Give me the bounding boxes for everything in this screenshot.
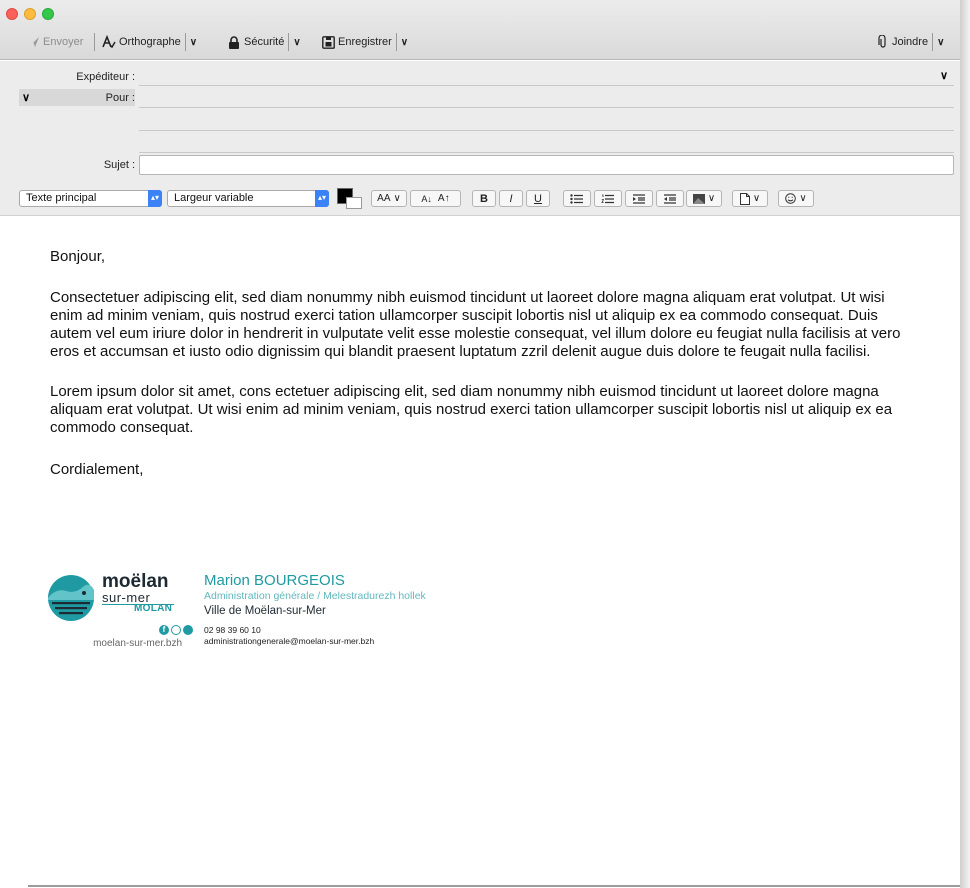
underline-icon[interactable]: U (526, 190, 550, 207)
facebook-icon[interactable]: f (159, 625, 169, 635)
toolbar-divider (932, 33, 934, 51)
width-select[interactable]: Largeur variable ▴▾ (167, 190, 329, 207)
font-size-adjust-group: A↓ A↑ (410, 190, 461, 207)
send-label: Envoyer (43, 36, 84, 48)
moelan-wave-logo-icon (48, 575, 94, 621)
cc-field[interactable] (139, 109, 954, 129)
window-bottom-edge (28, 885, 960, 887)
subject-input[interactable] (139, 155, 954, 175)
signature-details: Marion BOURGEOIS Administration générale… (204, 572, 604, 647)
to-field-divider (139, 107, 954, 108)
toolbar-divider (288, 33, 290, 51)
stationery-button[interactable]: ∨ (732, 190, 768, 207)
security-button[interactable]: Sécurité ∨ (228, 28, 301, 56)
lock-icon (229, 35, 239, 49)
mail-compose-window: Envoyer Orthographe ∨ Sécurité ∨ Enregis… (0, 0, 960, 888)
toolbar: Envoyer Orthographe ∨ Sécurité ∨ Enregis… (0, 0, 960, 60)
message-body[interactable]: Bonjour, Consectetuer adipiscing elit, s… (50, 248, 910, 493)
toolbar-divider (395, 33, 397, 51)
send-icon (29, 37, 39, 47)
background-color-swatch[interactable] (346, 197, 362, 209)
select-arrows-icon: ▴▾ (148, 190, 162, 207)
signature-logo: moëlan sur-mer MOLAN f moelan-sur-mer.bz… (46, 572, 206, 662)
font-size-button[interactable]: AA ∨ (371, 190, 407, 207)
toolbar-divider (184, 33, 186, 51)
closing-text: Cordialement, (50, 461, 144, 478)
close-window-button[interactable] (6, 8, 18, 20)
spelling-button[interactable]: Orthographe ∨ (102, 28, 197, 56)
logo-breton-name: MOLAN (134, 603, 173, 614)
save-button[interactable]: Enregistrer ∨ (322, 28, 408, 56)
from-label: Expéditeur : (76, 71, 135, 83)
image-icon (692, 193, 705, 204)
chevron-down-icon: ∨ (752, 193, 761, 204)
signature-organization: Ville de Moëlan-sur-Mer (204, 605, 326, 617)
greeting-text: Bonjour, (50, 248, 106, 265)
spelling-label: Orthographe (119, 36, 181, 48)
smiley-icon (785, 193, 797, 204)
toolbar-divider (94, 33, 95, 51)
numbered-list-icon[interactable] (594, 190, 622, 207)
chevron-down-icon: ∨ (707, 193, 716, 204)
attach-button[interactable]: Joindre ∨ (878, 28, 944, 56)
paperclip-icon (878, 35, 886, 48)
bcc-field-divider (139, 152, 954, 153)
format-bar: Texte principal ▴▾ Largeur variable ▴▾ A… (0, 186, 960, 216)
chevron-down-icon[interactable]: ∨ (937, 37, 944, 48)
bcc-field[interactable] (139, 132, 954, 152)
insert-image-button[interactable]: ∨ (686, 190, 722, 207)
from-field[interactable] (139, 67, 934, 85)
width-value: Largeur variable (174, 192, 254, 204)
subject-label: Sujet : (103, 159, 135, 171)
from-dropdown-chevron-icon[interactable]: ∨ (940, 69, 948, 82)
font-size-label: AA (377, 193, 391, 204)
select-arrows-icon: ▴▾ (315, 190, 329, 207)
chevron-down-icon[interactable]: ∨ (190, 37, 197, 48)
chevron-down-icon: ∨ (799, 193, 807, 204)
zoom-window-button[interactable] (42, 8, 54, 20)
italic-icon[interactable]: I (499, 190, 523, 207)
youtube-icon[interactable] (183, 625, 193, 635)
logo-wordmark: moëlan (102, 571, 169, 592)
to-label: Pour : (105, 92, 135, 104)
social-icons: f (159, 625, 193, 635)
document-icon (739, 192, 750, 205)
message-header: Expéditeur : ∨ ∨ Pour : Sujet : (0, 61, 960, 186)
bold-icon[interactable]: B (472, 190, 496, 207)
outdent-icon[interactable] (625, 190, 653, 207)
signature-role: Administration générale / Melestradurezh… (204, 590, 426, 602)
expand-recipients-chevron-icon[interactable]: ∨ (22, 91, 30, 104)
emoji-button[interactable]: ∨ (778, 190, 814, 207)
signature-name: Marion BOURGEOIS (204, 572, 345, 589)
to-field[interactable] (139, 89, 954, 107)
body-paragraph-2: Lorem ipsum dolor sit amet, cons ectetue… (50, 383, 893, 436)
save-icon (322, 35, 335, 49)
paragraph-style-value: Texte principal (26, 192, 97, 204)
cc-field-divider (139, 130, 954, 131)
increase-font-size-icon[interactable]: A↑ (438, 193, 450, 204)
from-field-divider (139, 85, 954, 86)
spelling-icon (102, 35, 116, 49)
instagram-icon[interactable] (171, 625, 181, 635)
signature-phone: 02 98 39 60 10 (204, 625, 261, 635)
window-shadow (960, 0, 970, 888)
signature-email[interactable]: administrationgenerale@moelan-sur-mer.bz… (204, 636, 604, 647)
body-paragraph-1: Consectetuer adipiscing elit, sed diam n… (50, 289, 901, 360)
save-label: Enregistrer (338, 36, 392, 48)
chevron-down-icon[interactable]: ∨ (401, 37, 408, 48)
website-link[interactable]: moelan-sur-mer.bzh (60, 638, 182, 649)
chevron-down-icon: ∨ (393, 193, 401, 204)
send-button[interactable]: Envoyer (28, 28, 83, 56)
attach-label: Joindre (892, 36, 929, 48)
paragraph-style-select[interactable]: Texte principal ▴▾ (19, 190, 162, 207)
security-label: Sécurité (244, 36, 285, 48)
chevron-down-icon[interactable]: ∨ (293, 37, 300, 48)
minimize-window-button[interactable] (24, 8, 36, 20)
bullet-list-icon[interactable] (563, 190, 591, 207)
decrease-font-size-icon[interactable]: A↓ (421, 194, 432, 204)
indent-icon[interactable] (656, 190, 684, 207)
